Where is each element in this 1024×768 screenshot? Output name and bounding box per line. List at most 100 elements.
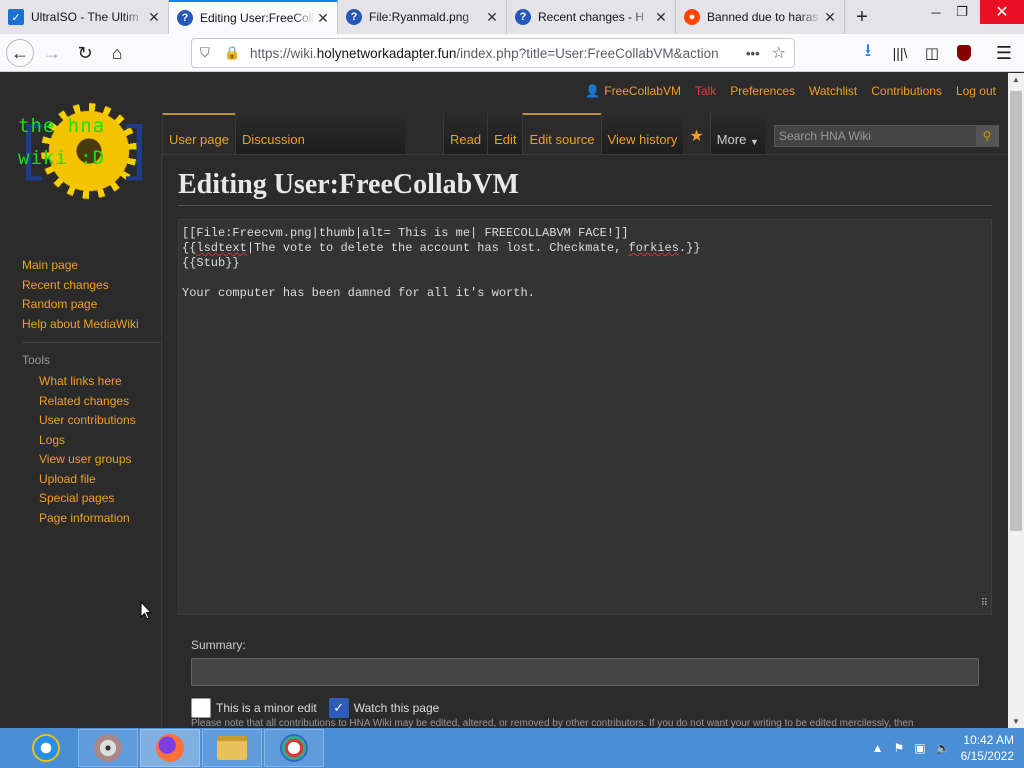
editor-line: {{Stub}}	[182, 256, 240, 270]
sidebar-item-special-pages[interactable]: Special pages	[22, 489, 162, 509]
close-icon[interactable]: ✕	[653, 9, 669, 26]
tab-read[interactable]: Read	[443, 113, 488, 154]
taskbar-paint[interactable]	[264, 729, 324, 767]
sidebar-item-main-page[interactable]: Main page	[22, 256, 162, 276]
sidebar: Main page Recent changes Random page Hel…	[22, 256, 162, 528]
tab-file-ryanmald[interactable]: ? File:Ryanmald.png ✕	[338, 0, 507, 34]
scroll-up-icon[interactable]: ▲	[1008, 75, 1024, 84]
sidebar-item-help[interactable]: Help about MediaWiki	[22, 315, 162, 335]
tray-expand-icon[interactable]: ▲	[872, 741, 884, 755]
wiki-icon: ?	[515, 9, 531, 25]
summary-input[interactable]	[191, 658, 979, 686]
sidebar-item-user-contributions[interactable]: User contributions	[22, 411, 162, 431]
taskbar-explorer[interactable]	[202, 729, 262, 767]
menu-icon[interactable]: ☰	[990, 39, 1018, 67]
contributions-link[interactable]: Contributions	[871, 84, 942, 98]
library-icon[interactable]: |||\	[886, 39, 914, 67]
flag-icon[interactable]: ⚑	[894, 741, 905, 755]
scrollbar-thumb[interactable]	[1010, 91, 1022, 531]
forward-button[interactable]: →	[38, 39, 66, 67]
user-link[interactable]: 👤 FreeCollabVM	[585, 84, 681, 98]
wiki-icon: ?	[177, 10, 193, 26]
sidebar-item-upload-file[interactable]: Upload file	[22, 470, 162, 490]
tab-edit-source[interactable]: Edit source	[522, 113, 601, 154]
sidebar-item-random-page[interactable]: Random page	[22, 295, 162, 315]
url-bar[interactable]: ⛉ 🔒 https://wiki.holynetworkadapter.fun/…	[191, 38, 795, 68]
minor-edit-label[interactable]: This is a minor edit	[216, 701, 317, 715]
more-label: More	[716, 132, 747, 147]
tab-title: UltraISO - The Ultim	[31, 10, 139, 24]
reload-button[interactable]: ↻	[71, 39, 99, 67]
more-menu[interactable]: More ▼	[709, 113, 765, 154]
sidebar-icon[interactable]: ◫	[918, 39, 946, 67]
search-box[interactable]: Search HNA Wiki ⚲	[774, 125, 999, 147]
close-icon[interactable]: ✕	[315, 10, 331, 27]
tools-heading: Tools	[22, 342, 162, 368]
logout-link[interactable]: Log out	[956, 84, 996, 98]
restore-button[interactable]: ❐	[946, 0, 978, 24]
clock[interactable]: 10:42 AM 6/15/2022	[961, 732, 1014, 764]
tab-ultraiso[interactable]: ✓ UltraISO - The Ultim ✕	[0, 0, 169, 34]
tab-discussion[interactable]: Discussion	[234, 113, 405, 154]
paint-icon	[280, 734, 308, 762]
taskbar-ultraiso[interactable]	[78, 729, 138, 767]
wikitext-editor[interactable]: [[File:Freecvm.png|thumb|alt= This is me…	[178, 219, 992, 615]
sidebar-item-page-information[interactable]: Page information	[22, 509, 162, 529]
bracket-right: ]	[118, 119, 155, 187]
personal-tools: 👤 FreeCollabVM Talk Preferences Watchlist…	[585, 84, 996, 98]
tab-recent-changes[interactable]: ? Recent changes - H ✕	[507, 0, 676, 34]
taskbar-ie[interactable]	[16, 729, 76, 767]
close-icon[interactable]: ✕	[146, 9, 162, 26]
sidebar-item-related-changes[interactable]: Related changes	[22, 392, 162, 412]
tab-user-page[interactable]: User page	[162, 113, 235, 154]
watch-star-icon[interactable]: ★	[683, 113, 709, 154]
sidebar-item-recent-changes[interactable]: Recent changes	[22, 276, 162, 296]
tab-editing-user[interactable]: ? Editing User:FreeColl ✕	[169, 0, 338, 34]
disc-icon	[94, 734, 122, 762]
volume-muted-icon[interactable]: 🔈	[936, 741, 951, 755]
close-icon[interactable]: ✕	[484, 9, 500, 26]
watch-page-label[interactable]: Watch this page	[354, 701, 440, 715]
bookmark-star-icon[interactable]: ☆	[772, 43, 786, 63]
scroll-down-icon[interactable]: ▼	[1008, 717, 1024, 726]
summary-label: Summary:	[191, 638, 246, 652]
content-area: Editing User:FreeCollabVM [[File:Freecvm…	[161, 154, 1008, 728]
tab-edit[interactable]: Edit	[487, 113, 523, 154]
network-icon[interactable]: ▣	[914, 741, 925, 755]
page-actions-icon[interactable]: •••	[746, 46, 760, 61]
tab-view-history[interactable]: View history	[600, 113, 684, 154]
sidebar-item-view-user-groups[interactable]: View user groups	[22, 450, 162, 470]
back-button[interactable]: ←	[6, 39, 34, 67]
page-scrollbar[interactable]: ▲ ▼	[1008, 73, 1024, 728]
tab-reddit[interactable]: ● Banned due to haras ✕	[676, 0, 845, 34]
resize-handle-icon[interactable]: ⠿	[981, 597, 988, 612]
lock-icon[interactable]: 🔒	[224, 45, 240, 61]
tools-list: What links here Related changes User con…	[22, 372, 162, 528]
search-icon[interactable]: ⚲	[976, 126, 998, 146]
close-icon[interactable]: ✕	[822, 9, 838, 26]
system-tray: ▲ ⚑ ▣ 🔈 10:42 AM 6/15/2022	[872, 730, 1014, 766]
preferences-link[interactable]: Preferences	[730, 84, 795, 98]
home-button[interactable]: ⌂	[103, 39, 131, 67]
talk-link[interactable]: Talk	[695, 84, 716, 98]
folder-icon	[217, 736, 247, 760]
search-input[interactable]: Search HNA Wiki	[775, 129, 976, 143]
editor-line: {{lsdtext|The vote to delete the account…	[182, 241, 701, 255]
downloads-icon[interactable]: ⭳	[854, 39, 882, 67]
sidebar-item-logs[interactable]: Logs	[22, 431, 162, 451]
browser-tab-strip: ✓ UltraISO - The Ultim ✕ ? Editing User:…	[0, 0, 1024, 34]
page-title: Editing User:FreeCollabVM	[178, 169, 992, 206]
wiki-logo[interactable]: [ ] the hna wiki :D	[14, 99, 154, 203]
watchlist-link[interactable]: Watchlist	[809, 84, 857, 98]
edit-options: This is a minor edit ✓ Watch this page	[191, 698, 439, 718]
watch-page-checkbox[interactable]: ✓	[328, 698, 349, 718]
editor-line: [[File:Freecvm.png|thumb|alt= This is me…	[182, 226, 629, 240]
view-tabs: Read Edit Edit source View history ★ Mor…	[443, 113, 765, 154]
sidebar-item-what-links-here[interactable]: What links here	[22, 372, 162, 392]
taskbar-firefox[interactable]	[140, 729, 200, 767]
shield-icon[interactable]: ⛉	[200, 45, 210, 61]
ublock-icon[interactable]	[950, 39, 978, 67]
minor-edit-checkbox[interactable]	[191, 698, 211, 718]
new-tab-button[interactable]: +	[845, 0, 879, 34]
window-close-button[interactable]: ✕	[980, 0, 1024, 24]
